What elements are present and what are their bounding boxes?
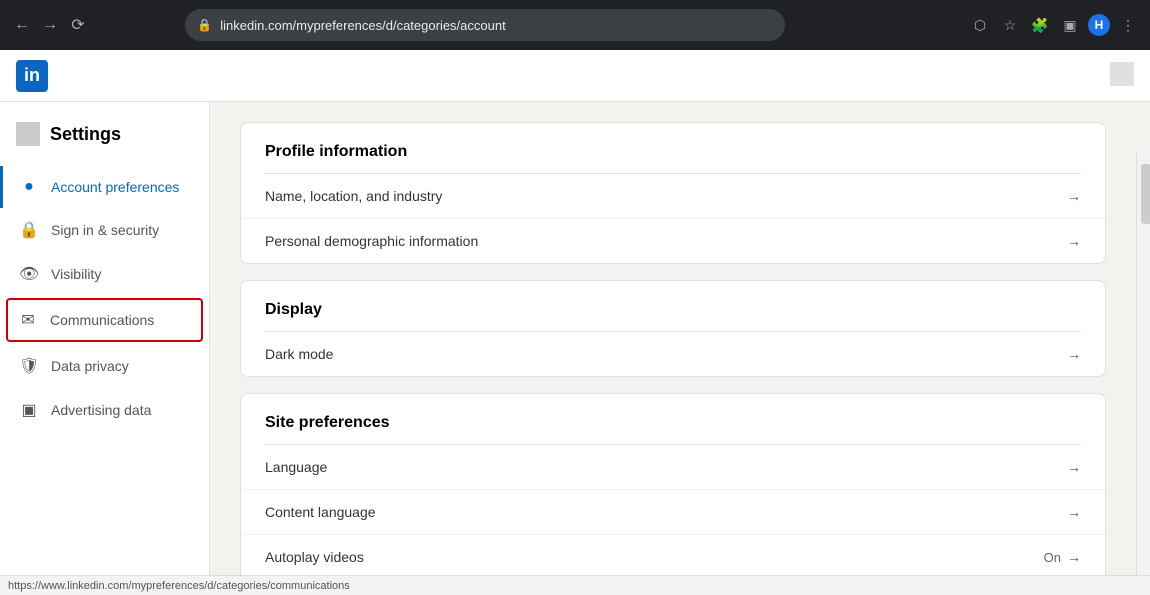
linkedin-header: in xyxy=(0,50,1150,102)
bookmark-button[interactable]: ☆ xyxy=(998,13,1022,37)
settings-row-content-language[interactable]: Content language → xyxy=(241,490,1105,535)
row-right-name-location: → xyxy=(1067,188,1081,204)
layout-button[interactable]: ▣ xyxy=(1058,13,1082,37)
sidebar: Settings ● Account preferences 🔒 Sign in… xyxy=(0,102,210,595)
profile-information-title: Profile information xyxy=(241,123,1105,173)
sidebar-item-data-privacy[interactable]: 🛡 Data privacy xyxy=(0,344,209,388)
settings-row-autoplay[interactable]: Autoplay videos On → xyxy=(241,535,1105,580)
display-section: Display Dark mode → xyxy=(240,280,1106,377)
forward-button[interactable]: → xyxy=(38,13,62,37)
header-right xyxy=(1110,62,1134,89)
sidebar-label-communications: Communications xyxy=(50,312,154,328)
sidebar-label-account-preferences: Account preferences xyxy=(51,179,179,195)
visibility-icon: 👁 xyxy=(19,264,39,284)
arrow-autoplay: → xyxy=(1067,549,1081,565)
row-label-name-location: Name, location, and industry xyxy=(265,188,442,204)
status-bar: https://www.linkedin.com/mypreferences/d… xyxy=(0,575,1150,595)
menu-button[interactable]: ⋮ xyxy=(1116,13,1140,37)
page-wrapper: in Settings ● Account preferences 🔒 Sign… xyxy=(0,50,1150,595)
main-layout: Settings ● Account preferences 🔒 Sign in… xyxy=(0,102,1150,595)
arrow-dark-mode: → xyxy=(1067,346,1081,362)
settings-row-dark-mode[interactable]: Dark mode → xyxy=(241,332,1105,376)
settings-heading: Settings xyxy=(50,124,121,145)
browser-right-icons: ⬡ ☆ 🧩 ▣ H ⋮ xyxy=(968,13,1140,37)
advertising-data-icon: ▣ xyxy=(19,400,39,420)
row-label-content-language: Content language xyxy=(265,504,376,520)
row-right-autoplay: On → xyxy=(1044,549,1081,565)
autoplay-value: On xyxy=(1044,550,1061,565)
lock-icon: 🔒 xyxy=(197,18,212,32)
display-title: Display xyxy=(241,281,1105,331)
extensions-button[interactable]: 🧩 xyxy=(1028,13,1052,37)
settings-icon xyxy=(16,122,40,146)
row-right-language: → xyxy=(1067,459,1081,475)
row-label-demographic: Personal demographic information xyxy=(265,233,478,249)
profile-avatar[interactable]: H xyxy=(1088,14,1110,36)
back-button[interactable]: ← xyxy=(10,13,34,37)
profile-information-section: Profile information Name, location, and … xyxy=(240,122,1106,264)
sidebar-item-account-preferences[interactable]: ● Account preferences xyxy=(0,166,209,208)
browser-nav-buttons: ← → ⟳ xyxy=(10,13,90,37)
site-preferences-title: Site preferences xyxy=(241,394,1105,444)
row-label-autoplay: Autoplay videos xyxy=(265,549,364,565)
linkedin-logo: in xyxy=(16,60,48,92)
site-preferences-section: Site preferences Language → Content lang… xyxy=(240,393,1106,595)
browser-chrome: ← → ⟳ 🔒 linkedin.com/mypreferences/d/cat… xyxy=(0,0,1150,50)
sidebar-label-sign-in-security: Sign in & security xyxy=(51,222,159,238)
sidebar-label-advertising-data: Advertising data xyxy=(51,402,151,418)
row-right-content-language: → xyxy=(1067,504,1081,520)
reload-button[interactable]: ⟳ xyxy=(66,13,90,37)
cast-button[interactable]: ⬡ xyxy=(968,13,992,37)
arrow-demographic: → xyxy=(1067,233,1081,249)
data-privacy-icon: 🛡 xyxy=(19,356,39,376)
header-scroll-btn[interactable] xyxy=(1110,62,1134,86)
settings-row-language[interactable]: Language → xyxy=(241,445,1105,490)
row-label-language: Language xyxy=(265,459,327,475)
scrollbar-thumb[interactable] xyxy=(1141,164,1150,224)
settings-row-demographic[interactable]: Personal demographic information → xyxy=(241,219,1105,263)
scrollbar-track[interactable] xyxy=(1136,152,1150,595)
row-right-demographic: → xyxy=(1067,233,1081,249)
arrow-language: → xyxy=(1067,459,1081,475)
sidebar-item-communications[interactable]: ✉ Communications xyxy=(6,298,203,342)
address-text: linkedin.com/mypreferences/d/categories/… xyxy=(220,18,773,33)
sidebar-item-sign-in-security[interactable]: 🔒 Sign in & security xyxy=(0,208,209,252)
address-bar[interactable]: 🔒 linkedin.com/mypreferences/d/categorie… xyxy=(185,9,785,41)
arrow-name-location: → xyxy=(1067,188,1081,204)
row-right-dark-mode: → xyxy=(1067,346,1081,362)
arrow-content-language: → xyxy=(1067,504,1081,520)
communications-icon: ✉ xyxy=(18,310,38,330)
sidebar-item-advertising-data[interactable]: ▣ Advertising data xyxy=(0,388,209,432)
sidebar-item-visibility[interactable]: 👁 Visibility xyxy=(0,252,209,296)
status-url: https://www.linkedin.com/mypreferences/d… xyxy=(8,580,350,592)
row-label-dark-mode: Dark mode xyxy=(265,346,333,362)
sidebar-label-data-privacy: Data privacy xyxy=(51,358,129,374)
sidebar-label-visibility: Visibility xyxy=(51,266,101,282)
settings-row-name-location[interactable]: Name, location, and industry → xyxy=(241,174,1105,219)
account-preferences-icon: ● xyxy=(19,178,39,196)
sign-in-security-icon: 🔒 xyxy=(19,220,39,240)
content-area: Profile information Name, location, and … xyxy=(210,102,1136,595)
settings-title-area: Settings xyxy=(0,122,209,166)
